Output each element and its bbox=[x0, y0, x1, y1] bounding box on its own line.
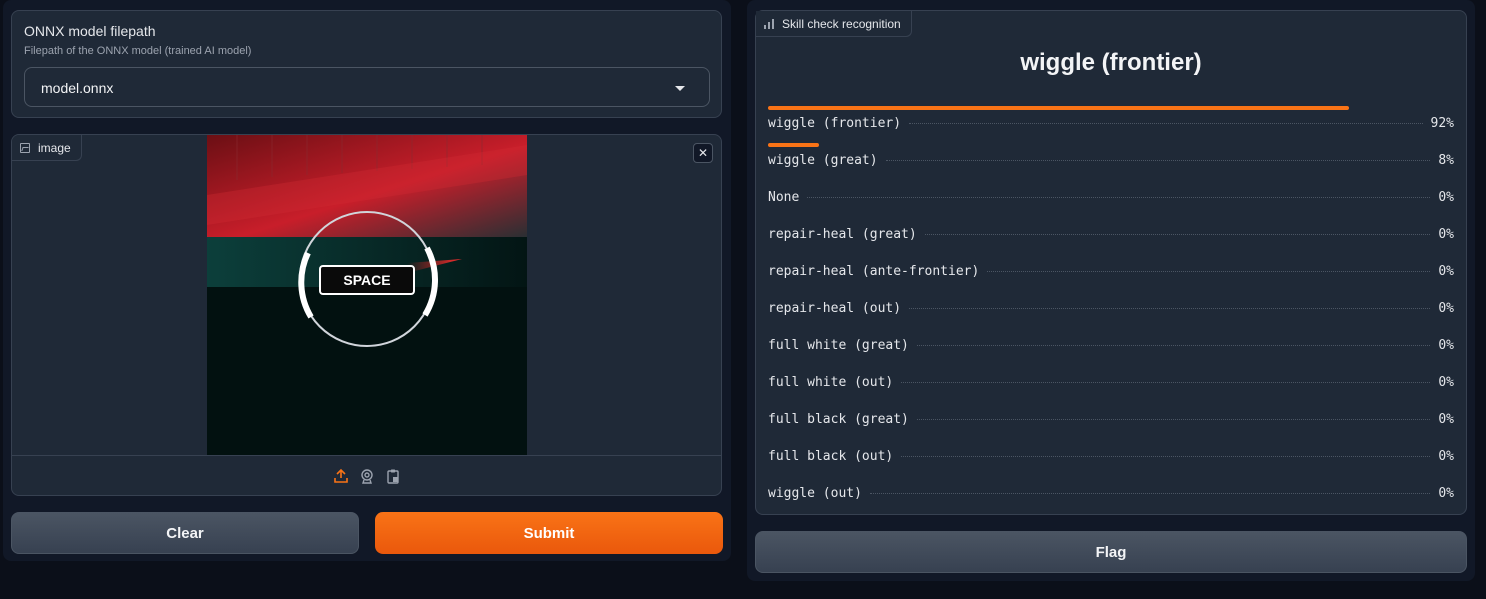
skill-check-label-text: Skill check recognition bbox=[782, 16, 901, 31]
clear-image-button[interactable]: ✕ bbox=[693, 143, 713, 163]
confidence-row[interactable]: wiggle (out) 0% bbox=[768, 473, 1454, 510]
confidence-value: 0% bbox=[1438, 301, 1454, 316]
image-source-bar bbox=[12, 455, 721, 495]
confidence-label: repair-heal (ante-frontier) bbox=[768, 264, 980, 279]
confidence-value: 0% bbox=[1438, 486, 1454, 501]
skill-check-output-block: Skill check recognition wiggle (frontier… bbox=[755, 10, 1467, 515]
upload-icon[interactable] bbox=[333, 468, 349, 484]
confidence-value: 0% bbox=[1438, 227, 1454, 242]
confidence-label: repair-heal (out) bbox=[768, 301, 902, 316]
confidence-row[interactable]: wiggle (great) 8% bbox=[768, 140, 1454, 177]
confidence-row[interactable]: full white (out) 0% bbox=[768, 362, 1454, 399]
confidence-row[interactable]: repair-heal (ante-frontier) 0% bbox=[768, 251, 1454, 288]
confidence-row[interactable]: full black (out) 0% bbox=[768, 436, 1454, 473]
skill-check-screenshot: SPACE bbox=[207, 135, 527, 455]
confidence-row[interactable]: None 0% bbox=[768, 177, 1454, 214]
confidence-row[interactable]: wiggle (frontier) 92% bbox=[768, 103, 1454, 140]
submit-button[interactable]: Submit bbox=[375, 512, 723, 554]
dotted-leader bbox=[916, 419, 1431, 420]
confidence-row[interactable]: full white (great) 0% bbox=[768, 325, 1454, 362]
flag-button[interactable]: Flag bbox=[755, 531, 1467, 573]
dotted-leader bbox=[901, 382, 1431, 383]
confidence-label: full white (out) bbox=[768, 375, 894, 390]
dotted-leader bbox=[909, 123, 1423, 124]
dotted-leader bbox=[924, 234, 1431, 235]
image-input-label-text: image bbox=[38, 140, 71, 155]
dotted-leader bbox=[916, 345, 1431, 346]
dotted-leader bbox=[901, 456, 1431, 457]
image-input-label: image bbox=[12, 135, 82, 161]
confidence-row[interactable]: repair-heal (great) 0% bbox=[768, 214, 1454, 251]
image-preview: SPACE bbox=[207, 135, 527, 455]
confidence-value: 0% bbox=[1438, 375, 1454, 390]
clipboard-icon[interactable] bbox=[385, 468, 401, 484]
confidence-label: wiggle (great) bbox=[768, 153, 878, 168]
confidence-value: 0% bbox=[1438, 412, 1454, 427]
dotted-leader bbox=[909, 308, 1431, 309]
confidence-label: full white (great) bbox=[768, 338, 909, 353]
confidence-label: None bbox=[768, 190, 800, 205]
output-column: Skill check recognition wiggle (frontier… bbox=[747, 0, 1475, 581]
confidence-bar bbox=[768, 106, 1349, 110]
confidence-value: 8% bbox=[1438, 153, 1454, 168]
confidence-label: wiggle (frontier) bbox=[768, 116, 902, 131]
image-icon bbox=[20, 142, 30, 153]
model-filepath-label: ONNX model filepath bbox=[24, 23, 156, 39]
confidence-value: 0% bbox=[1438, 449, 1454, 464]
input-column: ONNX model filepath Filepath of the ONNX… bbox=[3, 0, 731, 561]
dotted-leader bbox=[869, 493, 1431, 494]
top-prediction: wiggle (frontier) bbox=[1020, 49, 1202, 76]
chevron-down-icon bbox=[675, 86, 685, 91]
confidence-label: repair-heal (great) bbox=[768, 227, 917, 242]
model-filepath-dropdown-block: ONNX model filepath Filepath of the ONNX… bbox=[11, 10, 722, 118]
dotted-leader bbox=[807, 197, 1431, 198]
skill-check-label: Skill check recognition bbox=[756, 11, 912, 37]
image-input-block[interactable]: image ✕ SPACE bbox=[11, 134, 722, 496]
confidence-label: full black (great) bbox=[768, 412, 909, 427]
confidence-bar bbox=[768, 143, 819, 147]
bar-chart-icon bbox=[764, 18, 774, 29]
confidence-value: 0% bbox=[1438, 264, 1454, 279]
model-filepath-value: model.onnx bbox=[41, 80, 114, 96]
confidence-value: 92% bbox=[1430, 116, 1454, 131]
space-key-label: SPACE bbox=[343, 272, 390, 288]
confidence-list: wiggle (frontier) 92% wiggle (great) 8% None… bbox=[768, 103, 1454, 510]
confidence-label: wiggle (out) bbox=[768, 486, 862, 501]
confidence-label: full black (out) bbox=[768, 449, 894, 464]
model-filepath-info: Filepath of the ONNX model (trained AI m… bbox=[24, 45, 252, 57]
clear-button[interactable]: Clear bbox=[11, 512, 359, 554]
confidence-row[interactable]: full black (great) 0% bbox=[768, 399, 1454, 436]
dotted-leader bbox=[885, 160, 1431, 161]
webcam-icon[interactable] bbox=[359, 468, 375, 484]
confidence-row[interactable]: repair-heal (out) 0% bbox=[768, 288, 1454, 325]
confidence-value: 0% bbox=[1438, 190, 1454, 205]
confidence-value: 0% bbox=[1438, 338, 1454, 353]
dotted-leader bbox=[987, 271, 1431, 272]
model-filepath-select[interactable]: model.onnx bbox=[24, 67, 710, 107]
